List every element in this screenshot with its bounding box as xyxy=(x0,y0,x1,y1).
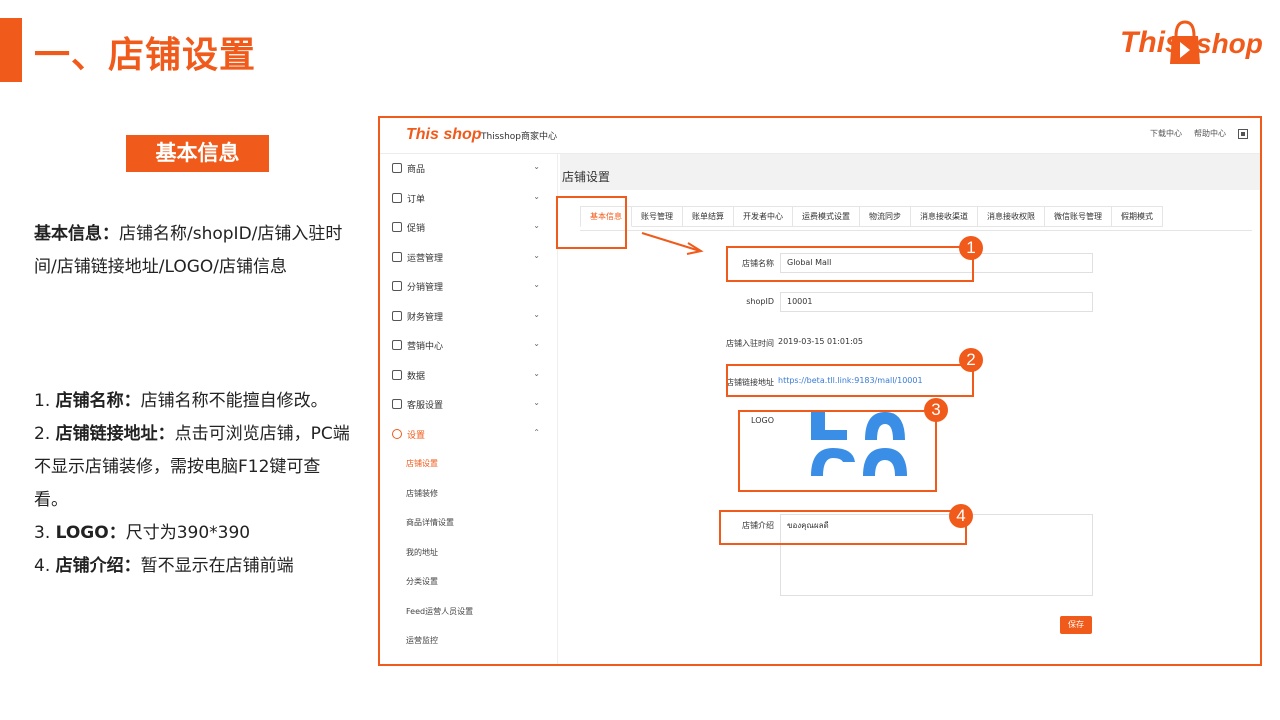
products-icon xyxy=(392,163,402,173)
note-item: 1. 店铺名称：店铺名称不能擅自修改。 xyxy=(34,391,328,411)
tab-developer[interactable]: 开发者中心 xyxy=(734,206,793,227)
arrow-icon xyxy=(641,232,704,255)
tab-billing[interactable]: 账单结算 xyxy=(683,206,734,227)
tab-message-channel[interactable]: 消息接收渠道 xyxy=(911,206,978,227)
chevron-down-icon: ⌄ xyxy=(533,221,540,230)
tab-logistics-sync[interactable]: 物流同步 xyxy=(860,206,911,227)
sidebar-item-operations[interactable]: 运营管理 ⌄ xyxy=(392,247,548,267)
data-icon xyxy=(392,370,402,380)
app-name: Thisshop商家中心 xyxy=(481,132,558,142)
note-item: 3. LOGO：尺寸为390*390 xyxy=(34,523,251,543)
app-topbar: This shop Thisshop商家中心 下载中心 帮助中心 xyxy=(380,118,1260,154)
gear-icon xyxy=(392,399,402,409)
brand-logo: This shop xyxy=(1120,20,1263,68)
tab-account[interactable]: 账号管理 xyxy=(632,206,683,227)
lightning-icon xyxy=(392,222,402,232)
finance-icon xyxy=(392,311,402,321)
marker-4: 4 xyxy=(949,504,973,528)
sidebar-item-distribution[interactable]: 分销管理 ⌄ xyxy=(392,276,548,296)
chevron-down-icon: ⌄ xyxy=(533,280,540,289)
sidebar-sub-monitoring[interactable]: 运营监控 xyxy=(406,635,438,646)
join-time-value: 2019-03-15 01:01:05 xyxy=(778,337,863,346)
marker-3: 3 xyxy=(924,398,948,422)
brand-logo-shop: shop xyxy=(1196,28,1263,59)
marker-2: 2 xyxy=(959,348,983,372)
sidebar-sub-product-detail[interactable]: 商品详情设置 xyxy=(406,517,454,528)
chevron-down-icon: ⌄ xyxy=(533,192,540,201)
qr-code-icon[interactable] xyxy=(1238,128,1248,139)
chevron-down-icon: ⌄ xyxy=(533,251,540,260)
tab-wechat[interactable]: 微信账号管理 xyxy=(1045,206,1112,227)
settings-gear-icon xyxy=(392,429,402,439)
topbar-links: 下载中心 帮助中心 xyxy=(1150,128,1248,139)
sidebar: 商品 ⌄ 订单 ⌄ 促销 ⌄ 运营管理 ⌄ 分销管理 ⌄ 财务管理 ⌄ 营销中心 ⌄ 数据 ⌄ … xyxy=(380,154,558,664)
tab-vacation[interactable]: 假期模式 xyxy=(1112,206,1163,227)
page-title: 一、店铺设置 xyxy=(34,35,257,76)
sidebar-item-promotions[interactable]: 促销 ⌄ xyxy=(392,217,548,237)
chevron-up-icon: ⌃ xyxy=(533,428,540,437)
chevron-down-icon: ⌄ xyxy=(533,310,540,319)
highlight-basic-info-tab xyxy=(556,196,627,249)
desc-heading: 基本信息： xyxy=(34,224,119,244)
sidebar-item-finance[interactable]: 财务管理 ⌄ xyxy=(392,306,548,326)
operations-icon xyxy=(392,252,402,262)
highlight-store-link xyxy=(726,364,974,397)
sidebar-sub-category[interactable]: 分类设置 xyxy=(406,576,438,587)
marketing-icon xyxy=(392,340,402,350)
app-logo[interactable]: This shop xyxy=(406,126,482,144)
help-center-link[interactable]: 帮助中心 xyxy=(1194,128,1226,139)
sidebar-sub-store-decoration[interactable]: 店铺装修 xyxy=(406,488,438,499)
sidebar-sub-store-settings[interactable]: 店铺设置 xyxy=(406,458,438,469)
marker-1: 1 xyxy=(959,236,983,260)
basic-info-description: 基本信息：店铺名称/shopID/店铺入驻时间/店铺链接地址/LOGO/店铺信息 xyxy=(34,218,354,284)
note-item: 4. 店铺介绍：暂不显示在店铺前端 xyxy=(34,556,294,576)
chevron-down-icon: ⌄ xyxy=(533,162,540,171)
save-button[interactable]: 保存 xyxy=(1060,616,1092,634)
sidebar-item-products[interactable]: 商品 ⌄ xyxy=(392,158,548,178)
sidebar-item-settings[interactable]: 设置 ⌃ xyxy=(392,424,548,444)
chevron-down-icon: ⌄ xyxy=(533,398,540,407)
tab-bar: 基本信息 账号管理 账单结算 开发者中心 运费模式设置 物流同步 消息接收渠道 … xyxy=(580,206,1163,227)
sidebar-item-orders[interactable]: 订单 ⌄ xyxy=(392,188,548,208)
section-badge: 基本信息 xyxy=(126,135,269,172)
note-item: 2. 店铺链接地址：点击可浏览店铺，PC端不显示店铺装修，需按电脑F12键可查看… xyxy=(34,424,350,510)
chevron-down-icon: ⌄ xyxy=(533,339,540,348)
sidebar-sub-my-address[interactable]: 我的地址 xyxy=(406,547,438,558)
shopid-field[interactable]: 10001 xyxy=(780,292,1093,312)
orders-icon xyxy=(392,193,402,203)
download-center-link[interactable]: 下载中心 xyxy=(1150,128,1182,139)
highlight-store-intro xyxy=(719,510,967,545)
tab-message-permission[interactable]: 消息接收权限 xyxy=(978,206,1045,227)
sidebar-item-data[interactable]: 数据 ⌄ xyxy=(392,365,548,385)
sidebar-sub-feed-staff[interactable]: Feed运营人员设置 xyxy=(406,606,473,617)
sidebar-item-customer-service[interactable]: 客服设置 ⌄ xyxy=(392,394,548,414)
sidebar-item-marketing[interactable]: 营销中心 ⌄ xyxy=(392,335,548,355)
tab-shipping-mode[interactable]: 运费模式设置 xyxy=(793,206,860,227)
title-accent-bar xyxy=(0,18,22,82)
chart-icon xyxy=(392,281,402,291)
page-heading: 店铺设置 xyxy=(560,154,1260,190)
chevron-down-icon: ⌄ xyxy=(533,369,540,378)
highlight-logo xyxy=(738,410,937,492)
highlight-store-name xyxy=(726,246,974,282)
notes-list: 1. 店铺名称：店铺名称不能擅自修改。 2. 店铺链接地址：点击可浏览店铺，PC… xyxy=(34,385,354,583)
join-time-label: 店铺入驻时间 xyxy=(726,339,774,348)
shopid-label: shopID xyxy=(746,297,774,306)
